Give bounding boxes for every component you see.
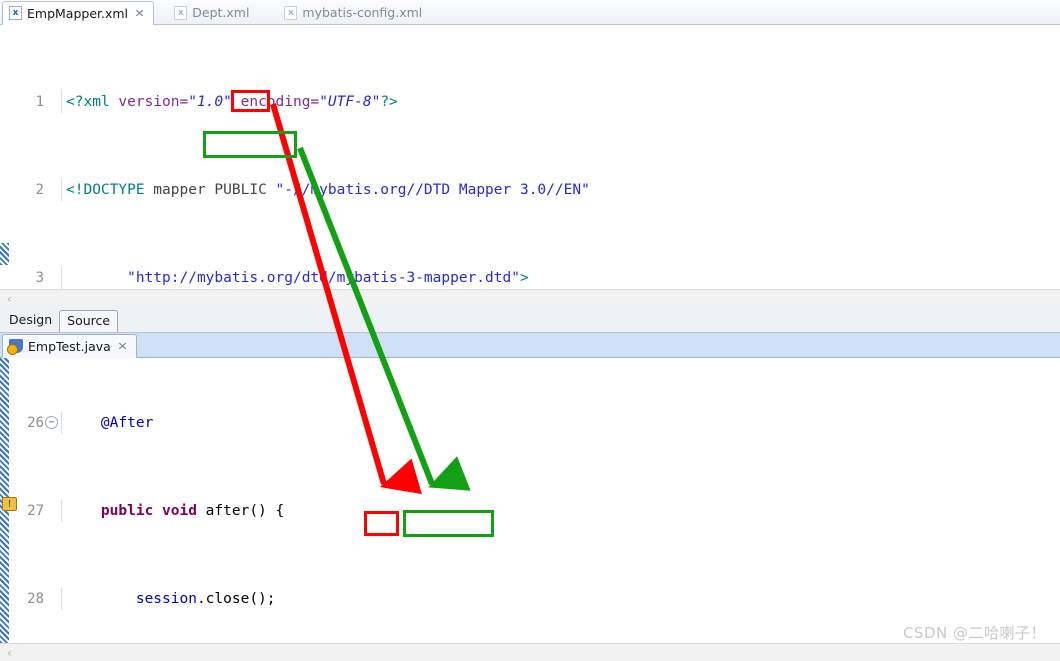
fold-toggle-icon[interactable]: −	[45, 416, 58, 429]
tab-source[interactable]: Source	[59, 310, 119, 332]
tab-label: Dept.xml	[192, 5, 250, 20]
line-number: 26	[27, 415, 44, 431]
code-line[interactable]: 1 <?xml version="1.0" encoding="UTF-8"?>	[0, 91, 1060, 113]
line-content: @After	[100, 415, 154, 431]
scroll-left-arrow-icon[interactable]: ‹	[0, 646, 12, 660]
java-horizontal-scrollbar[interactable]: ‹	[0, 643, 1060, 661]
java-editor-tabbar: EmpTest.java ✕	[0, 333, 1060, 358]
tab-label: mybatis-config.xml	[302, 5, 423, 20]
line-content: session.close();	[135, 591, 276, 607]
xml-file-icon: x	[9, 6, 22, 20]
tab-label: EmpMapper.xml	[27, 5, 129, 21]
xml-file-icon: x	[174, 5, 188, 20]
tab-dept-xml[interactable]: x Dept.xml	[168, 0, 258, 24]
code-line[interactable]: 3 "http://mybatis.org/dtd/mybatis-3-mapp…	[0, 267, 1060, 289]
code-line[interactable]: 27 public void after() {	[0, 500, 1060, 522]
code-line[interactable]: 26 − @After	[0, 412, 1060, 434]
scroll-left-arrow-icon[interactable]: ‹	[0, 292, 12, 306]
code-line[interactable]: 2 <!DOCTYPE mapper PUBLIC "-//mybatis.or…	[0, 179, 1060, 201]
line-number: 1	[35, 94, 44, 110]
line-number: 2	[35, 182, 44, 198]
ide-window: x EmpMapper.xml ✕ x Dept.xml x mybatis-c…	[0, 0, 1060, 661]
line-content: <?xml version="1.0" encoding="UTF-8"?>	[66, 94, 398, 110]
java-code-area[interactable]: 26 − @After 27 public void after() { 28 …	[0, 358, 1060, 648]
tab-empmapper-xml[interactable]: x EmpMapper.xml ✕	[2, 1, 155, 25]
close-icon[interactable]: ✕	[117, 340, 128, 353]
gutter-separator	[61, 91, 62, 113]
gutter-separator	[61, 500, 62, 522]
java-source-editor[interactable]: 26 − @After 27 public void after() { 28 …	[0, 358, 1060, 648]
java-file-icon	[7, 339, 23, 355]
line-number: 28	[27, 591, 44, 607]
gutter-separator	[61, 588, 62, 610]
xml-horizontal-scrollbar[interactable]: ‹	[0, 289, 1060, 307]
line-content: "http://mybatis.org/dtd/mybatis-3-mapper…	[127, 270, 529, 286]
watermark: CSDN @二哈喇子！	[902, 624, 1046, 642]
gutter-separator	[61, 412, 62, 434]
line-number: 3	[35, 270, 44, 286]
tab-emptest-java[interactable]: EmpTest.java ✕	[2, 334, 138, 358]
xml-source-editor[interactable]: 1 <?xml version="1.0" encoding="UTF-8"?>…	[0, 25, 1060, 289]
design-source-tabbar: Design Source	[0, 307, 1060, 333]
xml-editor-tabbar: x EmpMapper.xml ✕ x Dept.xml x mybatis-c…	[0, 0, 1060, 25]
xml-code-area[interactable]: 1 <?xml version="1.0" encoding="UTF-8"?>…	[0, 25, 1060, 289]
tab-design[interactable]: Design	[2, 310, 59, 332]
xml-change-marker-bar	[0, 243, 9, 265]
close-icon[interactable]: ✕	[134, 7, 145, 20]
gutter-separator	[61, 267, 62, 289]
line-content: <!DOCTYPE mapper PUBLIC "-//mybatis.org/…	[66, 182, 590, 198]
xml-file-icon: x	[284, 5, 298, 20]
tab-mybatis-config-xml[interactable]: x mybatis-config.xml	[278, 0, 431, 24]
code-line[interactable]: 28 session.close();	[0, 588, 1060, 610]
warning-marker-icon[interactable]: !	[2, 497, 17, 511]
tab-label: EmpTest.java	[28, 338, 111, 354]
line-content: public void after() {	[100, 503, 285, 519]
gutter-separator	[61, 179, 62, 201]
